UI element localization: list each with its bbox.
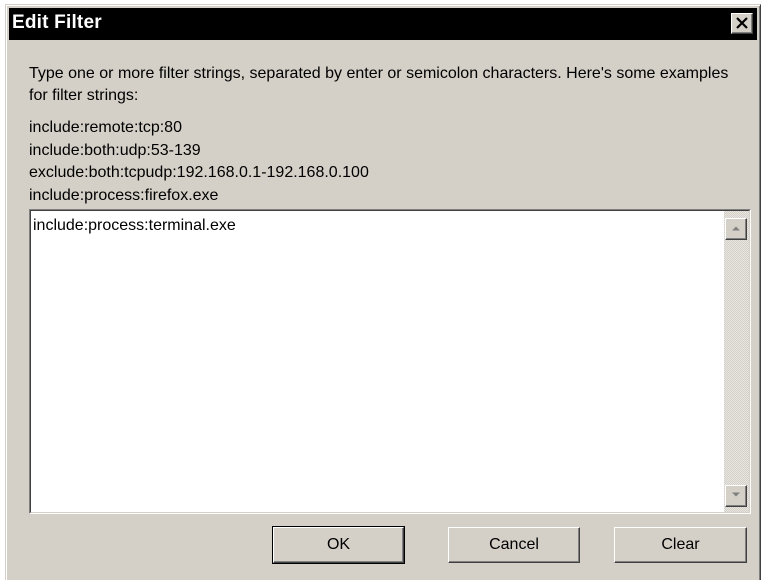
instructions-text: Type one or more filter strings, separat…	[29, 65, 729, 104]
clear-button[interactable]: Clear	[614, 527, 747, 563]
filter-textarea[interactable]: include:process:terminal.exe	[29, 209, 751, 514]
example-line: exclude:both:tcpudp:192.168.0.1-192.168.…	[29, 164, 369, 181]
close-icon	[736, 17, 748, 29]
example-line: include:both:udp:53-139	[29, 141, 201, 159]
title-bar[interactable]: Edit Filter	[9, 8, 757, 40]
example-line: include:remote:tcp:80	[29, 119, 182, 136]
filter-textarea-value[interactable]: include:process:terminal.exe	[33, 217, 236, 235]
ok-button[interactable]: OK	[272, 526, 405, 564]
close-button[interactable]	[731, 13, 753, 34]
edit-filter-dialog: Edit Filter Type one or more filter stri…	[5, 4, 761, 580]
arrow-down-icon	[732, 492, 740, 497]
vertical-scrollbar[interactable]	[723, 211, 749, 512]
window-title: Edit Filter	[12, 12, 102, 33]
examples-list: include:remote:tcp:80 include:both:udp:5…	[29, 117, 369, 207]
example-line: include:process:firefox.exe	[29, 186, 219, 204]
arrow-up-icon	[732, 226, 740, 231]
scroll-up-button[interactable]	[725, 218, 747, 240]
cancel-button[interactable]: Cancel	[448, 527, 580, 563]
scroll-down-button[interactable]	[725, 485, 747, 507]
